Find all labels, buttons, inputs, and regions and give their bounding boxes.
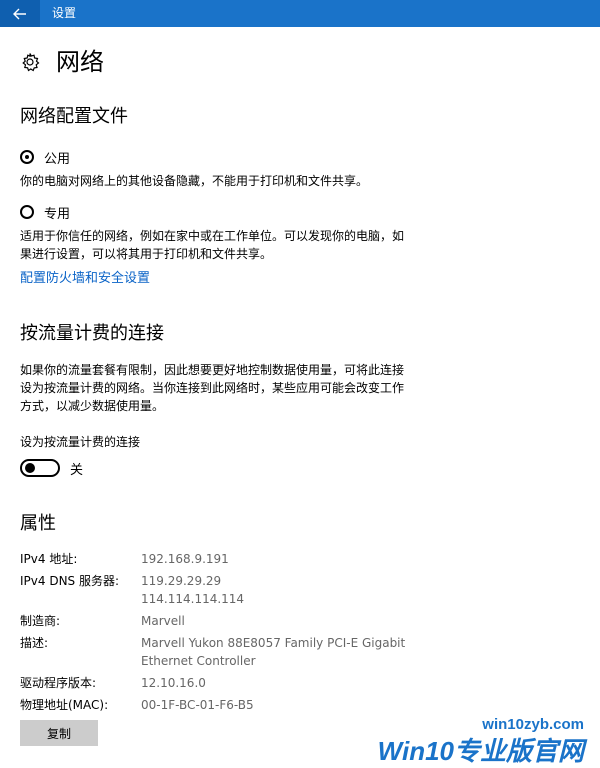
property-value: 00-1F-BC-01-F6-B5 bbox=[141, 698, 254, 712]
private-radio[interactable]: 专用 bbox=[20, 202, 70, 222]
window-title: 设置 bbox=[52, 6, 77, 20]
title-bar: 设置 bbox=[0, 0, 600, 27]
properties-heading: 属性 bbox=[20, 513, 56, 534]
private-radio-label: 专用 bbox=[44, 206, 71, 222]
toggle-switch bbox=[20, 459, 60, 477]
property-key: 制造商: bbox=[20, 614, 61, 628]
property-key: 描述: bbox=[20, 636, 49, 650]
private-description: 适用于你信任的网络，例如在家中或在工作单位。可以发现你的电脑，如果进行设置，可以… bbox=[20, 229, 405, 261]
page-header: 网络 bbox=[20, 46, 104, 78]
watermark: win10zyb.com Win10专业版官网 bbox=[378, 716, 584, 768]
property-key: 驱动程序版本: bbox=[20, 676, 97, 690]
metered-toggle[interactable]: 关 bbox=[20, 458, 83, 478]
property-value-line2: 114.114.114.114 bbox=[141, 592, 245, 606]
back-arrow-icon bbox=[13, 8, 26, 19]
radio-unchecked-icon bbox=[20, 205, 34, 219]
gear-icon bbox=[22, 53, 40, 72]
firewall-settings-link[interactable]: 配置防火墙和安全设置 bbox=[20, 270, 150, 288]
property-key: IPv4 DNS 服务器: bbox=[20, 574, 120, 588]
public-description: 你的电脑对网络上的其他设备隐藏，不能用于打印机和文件共享。 bbox=[20, 174, 369, 188]
toggle-knob bbox=[25, 463, 35, 473]
page-title: 网络 bbox=[56, 48, 104, 76]
property-value: 192.168.9.191 bbox=[141, 552, 229, 566]
copy-button[interactable]: 复制 bbox=[20, 720, 98, 746]
property-key: IPv4 地址: bbox=[20, 552, 78, 566]
property-value: Marvell bbox=[141, 614, 185, 628]
profile-heading: 网络配置文件 bbox=[20, 106, 128, 127]
property-value-line2: Ethernet Controller bbox=[141, 654, 256, 668]
property-value: Marvell Yukon 88E8057 Family PCI-E Gigab… bbox=[141, 636, 406, 650]
watermark-brand: Win10专业版官网 bbox=[377, 736, 584, 766]
metered-description: 如果你的流量套餐有限制，因此想要更好地控制数据使用量，可将此连接设为按流量计费的… bbox=[20, 363, 405, 413]
metered-toggle-label: 设为按流量计费的连接 bbox=[20, 435, 141, 449]
back-button[interactable] bbox=[0, 0, 40, 27]
property-value: 12.10.16.0 bbox=[141, 676, 206, 690]
public-radio-label: 公用 bbox=[44, 151, 71, 167]
toggle-state-label: 关 bbox=[70, 462, 84, 478]
metered-heading: 按流量计费的连接 bbox=[20, 323, 164, 344]
property-key: 物理地址(MAC): bbox=[20, 698, 109, 712]
public-radio[interactable]: 公用 bbox=[20, 147, 70, 167]
property-value: 119.29.29.29 bbox=[141, 574, 222, 588]
radio-checked-icon bbox=[20, 150, 34, 164]
